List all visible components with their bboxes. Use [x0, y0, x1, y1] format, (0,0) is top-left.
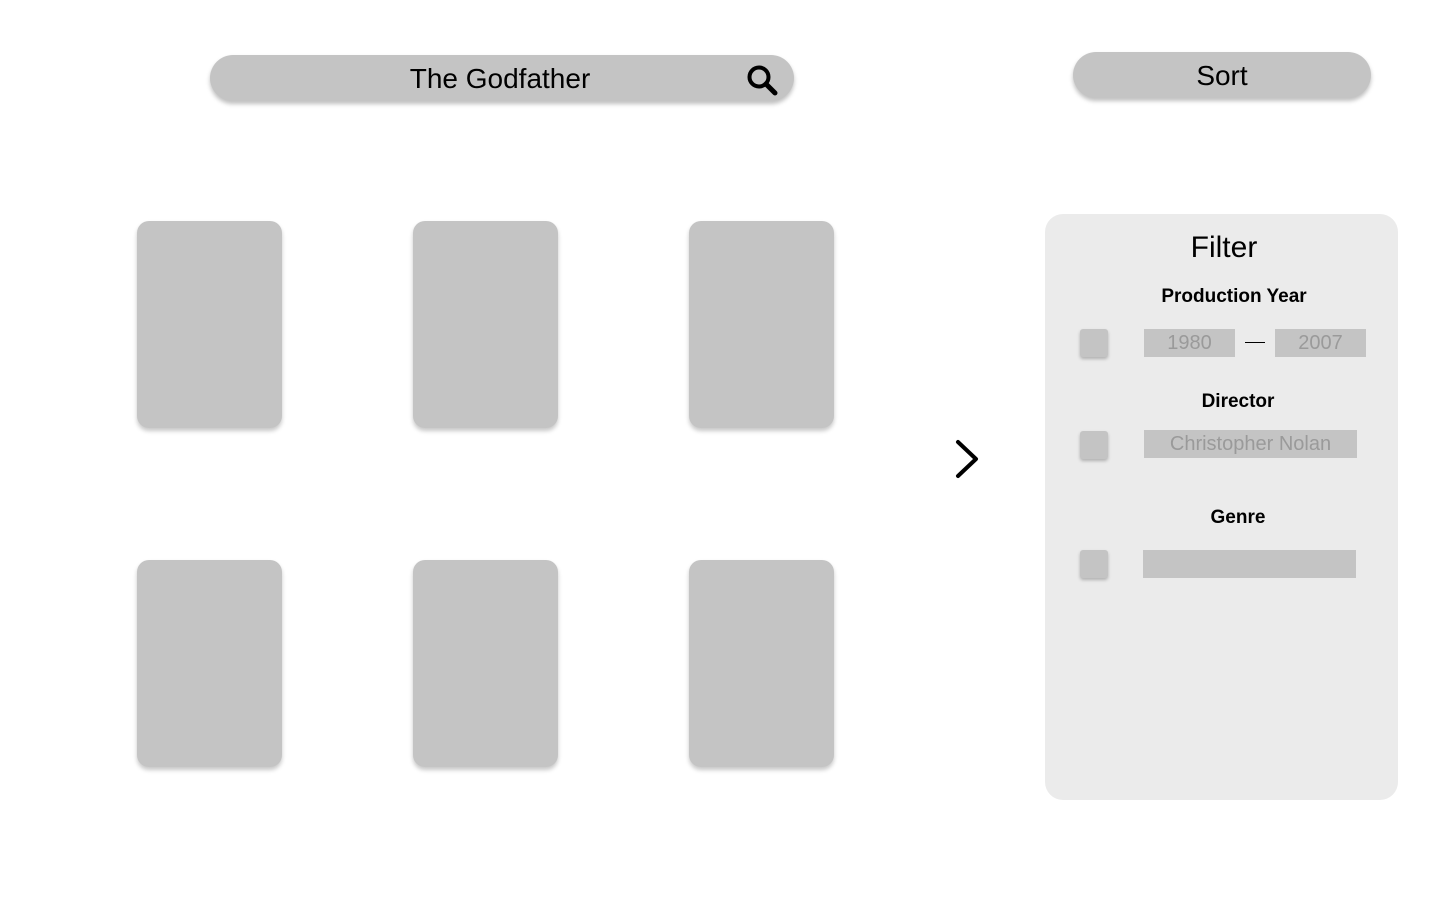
search-query-text[interactable]: The Godfather [208, 55, 792, 101]
movie-card[interactable] [413, 560, 558, 767]
movie-card[interactable] [137, 560, 282, 767]
year-from-input[interactable]: 1980 [1144, 329, 1235, 357]
production-year-checkbox[interactable] [1080, 329, 1108, 357]
sort-button[interactable]: Sort [1073, 52, 1371, 98]
year-to-input[interactable]: 2007 [1275, 329, 1366, 357]
movie-card[interactable] [689, 560, 834, 767]
genre-input[interactable] [1143, 550, 1356, 578]
movie-search-page: The Godfather Sort Filter Production Yea… [0, 0, 1440, 900]
genre-label: Genre [1210, 507, 1266, 528]
movie-card[interactable] [689, 221, 834, 428]
range-separator [1245, 342, 1265, 343]
movie-card[interactable] [137, 221, 282, 428]
search-input[interactable]: The Godfather [210, 55, 794, 101]
director-checkbox[interactable] [1080, 431, 1108, 459]
filter-title: Filter [1190, 231, 1258, 264]
production-year-label: Production Year [1161, 286, 1307, 307]
search-icon[interactable] [746, 64, 778, 96]
director-input[interactable]: Christopher Nolan [1144, 430, 1357, 458]
genre-checkbox[interactable] [1080, 550, 1108, 578]
movie-card[interactable] [413, 221, 558, 428]
director-label: Director [1201, 391, 1275, 412]
chevron-right-icon[interactable] [950, 438, 986, 482]
